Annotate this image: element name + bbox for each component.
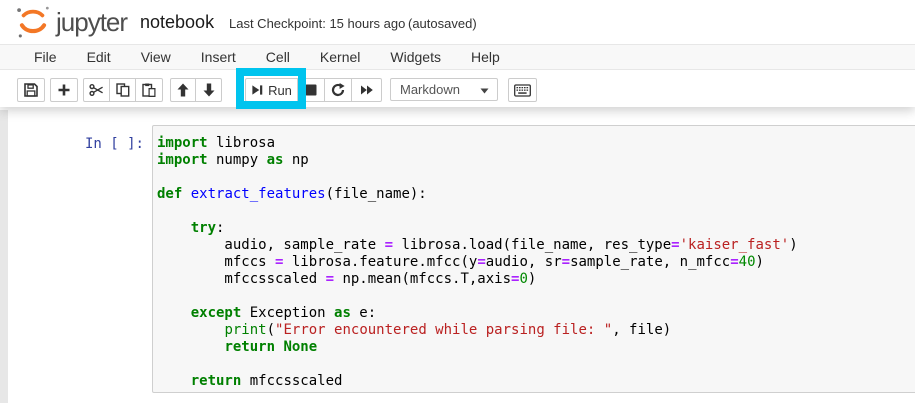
cell-prompt: In [ ]: — [58, 136, 144, 152]
menu-item-file[interactable]: File — [19, 45, 72, 69]
move-down-button[interactable] — [195, 78, 222, 102]
code-line[interactable]: mfccsscaled = np.mean(mfccs.T,axis=0) — [157, 271, 915, 288]
menu-item-edit[interactable]: Edit — [72, 45, 126, 69]
restart-button[interactable] — [324, 78, 352, 102]
page-left-edge — [0, 110, 8, 403]
copy-icon — [116, 83, 130, 97]
checkpoint-label: Last Checkpoint: 15 hours ago — [229, 16, 405, 31]
menu-item-insert[interactable]: Insert — [186, 45, 251, 69]
run-all-button[interactable] — [351, 78, 382, 102]
edit-group — [83, 78, 163, 102]
run-button-label: Run — [268, 83, 292, 98]
menu-item-kernel[interactable]: Kernel — [305, 45, 375, 69]
code-line[interactable]: except Exception as e: — [157, 305, 915, 322]
code-line[interactable] — [157, 288, 915, 305]
menubar: FileEditViewInsertCellKernelWidgetsHelp — [0, 44, 915, 70]
run-group: Run — [245, 78, 382, 102]
stop-button[interactable] — [297, 78, 325, 102]
stop-icon — [304, 83, 318, 97]
code-line[interactable]: import librosa — [157, 135, 915, 152]
save-button[interactable] — [17, 78, 45, 102]
code-line[interactable]: print("Error encountered while parsing f… — [157, 322, 915, 339]
code-line[interactable]: import numpy as np — [157, 152, 915, 169]
code-line[interactable]: return None — [157, 339, 915, 356]
move-up-button[interactable] — [170, 78, 196, 102]
cell-input-area[interactable]: import librosaimport numpy as np def extr… — [152, 125, 915, 393]
code-line[interactable]: def extract_features(file_name): — [157, 186, 915, 203]
jupyter-wordmark: jupyter — [56, 4, 127, 40]
add-cell-group — [50, 78, 78, 102]
notebook-area: In [ ]: import librosaimport numpy as np… — [0, 107, 915, 403]
code-line[interactable] — [157, 169, 915, 186]
keyboard-shortcuts-button[interactable] — [508, 78, 537, 102]
menu-item-cell[interactable]: Cell — [251, 45, 305, 69]
scissors-icon — [89, 83, 104, 97]
code-line[interactable] — [157, 203, 915, 220]
step-forward-icon — [251, 83, 263, 97]
save-group — [17, 78, 45, 102]
menu-item-view[interactable]: View — [126, 45, 186, 69]
caret-down-icon — [480, 88, 489, 94]
code-line[interactable]: return mfccsscaled — [157, 373, 915, 390]
arrow-down-icon — [202, 83, 216, 97]
jupyter-notebook-window: jupyter notebook Last Checkpoint: 15 hou… — [0, 0, 915, 403]
jupyter-logo-icon — [15, 4, 51, 40]
keyboard-group — [508, 78, 537, 102]
cut-button[interactable] — [83, 78, 110, 102]
cell-type-dropdown[interactable]: Markdown — [390, 78, 498, 101]
keyboard-icon — [514, 84, 531, 97]
paste-icon — [142, 83, 156, 97]
fast-forward-icon — [360, 83, 374, 97]
run-button[interactable]: Run — [245, 78, 298, 102]
plus-icon — [57, 83, 71, 97]
app-header: jupyter notebook Last Checkpoint: 15 hou… — [0, 0, 915, 107]
jupyter-logo[interactable]: jupyter — [15, 4, 127, 40]
code-line[interactable]: mfccs = librosa.feature.mfcc(y=audio, sr… — [157, 254, 915, 271]
code-line[interactable]: try: — [157, 220, 915, 237]
save-icon — [24, 83, 38, 97]
notebook-title[interactable]: notebook — [140, 12, 214, 33]
copy-button[interactable] — [109, 78, 136, 102]
brand-row: jupyter notebook Last Checkpoint: 15 hou… — [0, 0, 915, 44]
restart-icon — [331, 83, 345, 97]
code-line[interactable] — [157, 356, 915, 373]
add-cell-button[interactable] — [50, 78, 78, 102]
menu-item-help[interactable]: Help — [456, 45, 515, 69]
paste-button[interactable] — [135, 78, 163, 102]
autosave-label: (autosaved) — [408, 16, 477, 31]
move-group — [170, 78, 222, 102]
menu-item-widgets[interactable]: Widgets — [375, 45, 456, 69]
code-line[interactable]: audio, sample_rate = librosa.load(file_n… — [157, 237, 915, 254]
cell-type-label: Markdown — [400, 82, 460, 97]
arrow-up-icon — [176, 83, 190, 97]
toolbar: Run — [0, 70, 915, 107]
